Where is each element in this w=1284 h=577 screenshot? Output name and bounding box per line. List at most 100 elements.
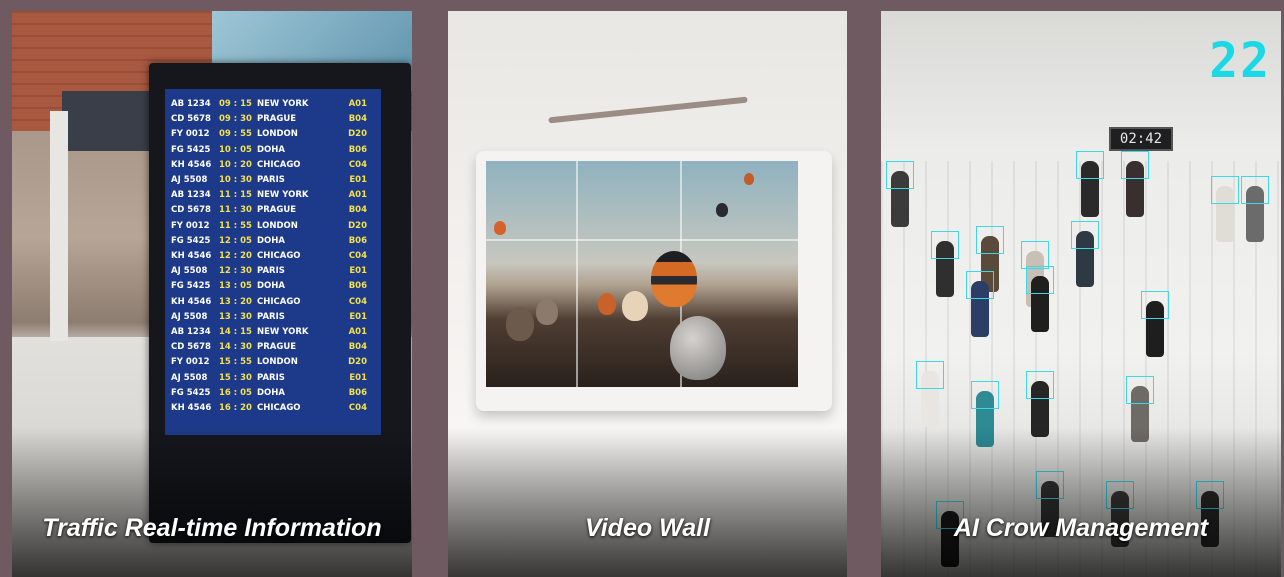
flight-gate: A01 xyxy=(348,190,367,201)
flight-gate: D20 xyxy=(348,220,367,231)
flight-destination: CHICAGO xyxy=(257,403,301,414)
panel-caption: Traffic Real-time Information xyxy=(42,514,382,542)
caption-shade xyxy=(12,427,412,577)
flight-time: 10 : 20 xyxy=(219,159,252,170)
flight-destination: PARIS xyxy=(257,372,285,383)
flight-destination: NEW YORK xyxy=(257,99,309,109)
face-detection-box xyxy=(1121,151,1149,179)
flight-time: 15 : 30 xyxy=(219,372,252,383)
flight-code: FY 0012 xyxy=(171,357,210,368)
flight-row: FG 5425 13 : 05 DOHA B06 xyxy=(171,279,375,294)
traffic-info-panel: AB 1234 09 : 15 NEW YORK A01 CD 5678 09 : 30 P… xyxy=(12,11,412,577)
flight-gate: B06 xyxy=(348,144,367,155)
flight-time: 09 : 30 xyxy=(219,114,252,125)
flight-gate: C04 xyxy=(348,403,367,414)
hot-air-balloon xyxy=(622,291,648,321)
face-detection-box xyxy=(966,271,994,299)
face-detection-box xyxy=(1141,291,1169,319)
flight-time: 11 : 55 xyxy=(219,220,252,231)
flight-gate: B06 xyxy=(348,235,367,246)
flight-gate: B06 xyxy=(348,387,367,398)
flight-destination: CHICAGO xyxy=(257,296,301,307)
flight-gate: A01 xyxy=(348,327,367,338)
flight-gate: A01 xyxy=(348,99,367,109)
face-detection-box xyxy=(1026,371,1054,399)
flight-time: 12 : 20 xyxy=(219,251,252,262)
flight-code: CD 5678 xyxy=(171,205,211,216)
flight-destination: LONDON xyxy=(257,220,298,231)
flight-destination: PARIS xyxy=(257,266,285,277)
hot-air-balloon xyxy=(716,203,728,217)
panel-caption: Video Wall xyxy=(584,514,711,542)
flight-row: KH 4546 12 : 20 CHICAGO C04 xyxy=(171,249,375,264)
flight-code: AJ 5508 xyxy=(171,266,208,277)
flight-board-screen: AB 1234 09 : 15 NEW YORK A01 CD 5678 09 : 30 P… xyxy=(165,89,381,435)
flight-code: FG 5425 xyxy=(171,281,211,292)
hot-air-balloon xyxy=(506,307,534,341)
direction-sign xyxy=(62,91,152,151)
flight-time: 11 : 15 xyxy=(219,190,252,201)
flight-time: 13 : 30 xyxy=(219,311,252,322)
flight-row: FY 0012 09 : 55 LONDON D20 xyxy=(171,127,375,142)
flight-row: AB 1234 09 : 15 NEW YORK A01 xyxy=(171,97,375,112)
face-detection-box xyxy=(971,381,999,409)
flight-row: CD 5678 09 : 30 PRAGUE B04 xyxy=(171,112,375,127)
flight-row: AJ 5508 10 : 30 PARIS E01 xyxy=(171,173,375,188)
flight-destination: PRAGUE xyxy=(257,205,297,216)
flight-gate: C04 xyxy=(348,159,367,170)
flight-time: 12 : 05 xyxy=(219,235,252,246)
face-detection-box xyxy=(1076,151,1104,179)
flight-code: KH 4546 xyxy=(171,159,212,170)
flight-code: AB 1234 xyxy=(171,327,211,338)
face-detection-box xyxy=(916,361,944,389)
flight-destination: CHICAGO xyxy=(257,159,301,170)
people-counter: 22 xyxy=(1209,33,1271,89)
face-detection-box xyxy=(931,231,959,259)
flight-gate: E01 xyxy=(349,311,367,322)
flight-destination: PRAGUE xyxy=(257,342,297,353)
flight-code: FY 0012 xyxy=(171,220,210,231)
flight-destination: DOHA xyxy=(257,281,285,292)
flight-code: AJ 5508 xyxy=(171,175,208,186)
digital-clock: 02:42 xyxy=(1109,127,1173,151)
hot-air-balloon xyxy=(494,221,506,235)
flight-destination: LONDON xyxy=(257,129,298,140)
hot-air-balloon xyxy=(651,251,697,307)
flight-destination: CHICAGO xyxy=(257,251,301,262)
caption-shade xyxy=(881,427,1281,577)
flight-row: FG 5425 10 : 05 DOHA B06 xyxy=(171,143,375,158)
flight-gate: E01 xyxy=(349,266,367,277)
hot-air-balloon xyxy=(536,299,558,325)
flight-destination: PARIS xyxy=(257,175,285,186)
flight-code: AJ 5508 xyxy=(171,372,208,383)
flight-gate: D20 xyxy=(348,129,367,140)
flight-time: 09 : 55 xyxy=(219,129,252,140)
flight-destination: PARIS xyxy=(257,311,285,322)
video-wall-panel: Video Wall xyxy=(448,11,847,577)
flight-row: FG 5425 12 : 05 DOHA B06 xyxy=(171,234,375,249)
caption-shade xyxy=(448,427,847,577)
flight-time: 13 : 20 xyxy=(219,296,252,307)
flight-code: KH 4546 xyxy=(171,403,212,414)
flight-time: 14 : 15 xyxy=(219,327,252,338)
flight-gate: B06 xyxy=(348,281,367,292)
flight-destination: DOHA xyxy=(257,235,285,246)
flight-code: FG 5425 xyxy=(171,144,211,155)
flight-time: 12 : 30 xyxy=(219,266,252,277)
flight-destination: NEW YORK xyxy=(257,190,309,201)
flight-time: 16 : 05 xyxy=(219,387,252,398)
flight-destination: DOHA xyxy=(257,387,285,398)
tile-seam xyxy=(576,161,578,387)
face-detection-box xyxy=(1026,266,1054,294)
tile-seam xyxy=(486,239,798,241)
hot-air-balloon xyxy=(744,173,754,185)
flight-row: AJ 5508 12 : 30 PARIS E01 xyxy=(171,264,375,279)
flight-code: CD 5678 xyxy=(171,114,211,125)
flight-destination: DOHA xyxy=(257,144,285,155)
flight-destination: NEW YORK xyxy=(257,327,309,338)
flight-row: AB 1234 14 : 15 NEW YORK A01 xyxy=(171,325,375,340)
flight-code: FG 5425 xyxy=(171,387,211,398)
flight-time: 10 : 30 xyxy=(219,175,252,186)
face-detection-box xyxy=(1071,221,1099,249)
flight-code: AB 1234 xyxy=(171,99,211,109)
